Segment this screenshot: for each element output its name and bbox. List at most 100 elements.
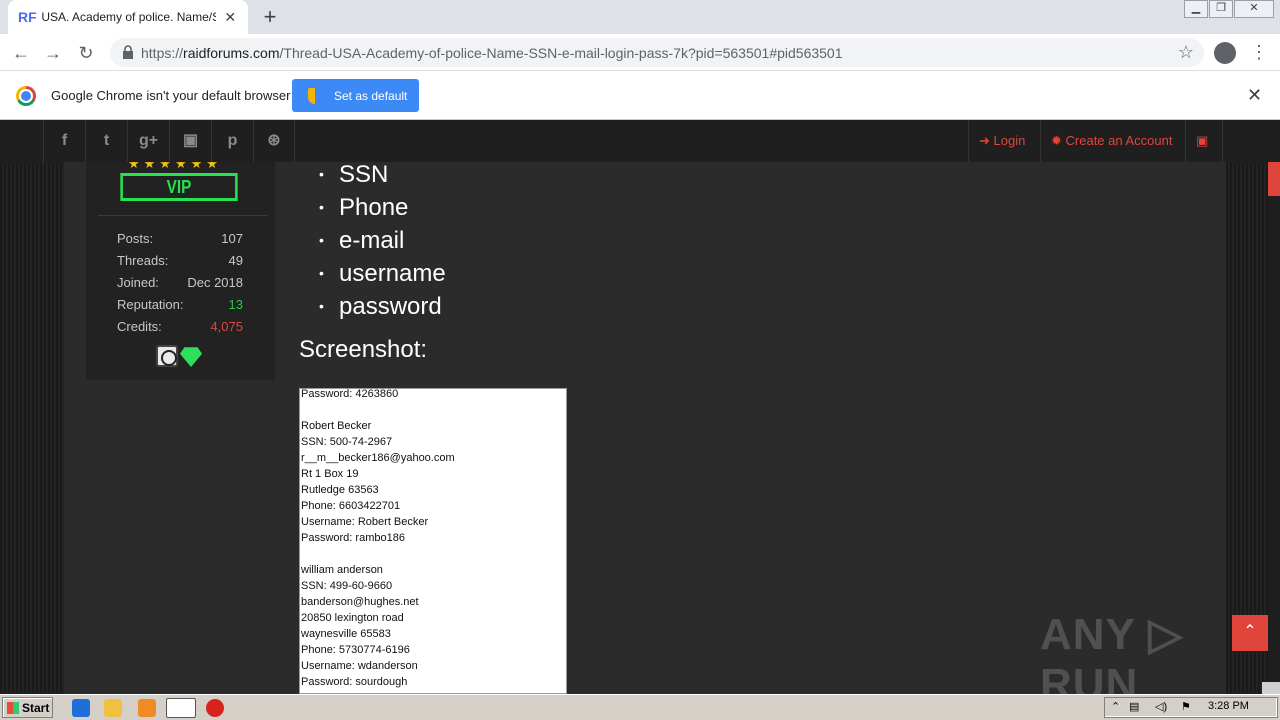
file-explorer-icon[interactable]	[104, 699, 122, 717]
new-tab-button[interactable]: +	[258, 6, 282, 30]
forward-icon[interactable]: →	[40, 40, 66, 66]
screenshot-line: Phone: 5730774-6196	[301, 644, 410, 656]
chrome-taskbar-button[interactable]	[166, 698, 196, 718]
login-label: Login	[993, 133, 1026, 148]
reload-icon[interactable]: ↻	[73, 40, 99, 66]
screenshot-line: Password: sourdough	[301, 676, 408, 688]
login-link[interactable]: ➜ Login	[968, 120, 1040, 162]
browser-tab[interactable]: RF USA. Academy of police. Name/SSN/ ✕	[8, 0, 248, 34]
stat-threads: Threads: 49	[117, 253, 243, 268]
stat-value[interactable]: 13	[229, 297, 243, 312]
forum-page: ★★★★★★ VIP Posts: 107 Threads: 49 Joined…	[0, 162, 1280, 694]
field-list: SSN Phone e-mail username password	[319, 162, 446, 323]
screenshot-line: 20850 lexington road	[301, 612, 404, 624]
gear-icon: ✹	[1051, 133, 1066, 148]
divider	[98, 215, 268, 216]
address-bar[interactable]: https://raidforums.com/Thread-USA-Academ…	[110, 38, 1204, 67]
system-tray: ⌃ ▤ ◁) ⚑	[1104, 697, 1278, 718]
list-item: e-mail	[319, 224, 446, 257]
screenshot-line: Username: Robert Becker	[301, 516, 429, 528]
tab-title: USA. Academy of police. Name/SSN/	[41, 10, 217, 24]
facebook-icon[interactable]: f	[43, 120, 85, 162]
restore-button[interactable]: ❐	[1209, 0, 1233, 18]
tab-close-icon[interactable]: ✕	[222, 9, 238, 26]
browser-toolbar: ← → ↻ https://raidforums.com/Thread-USA-…	[0, 34, 1280, 71]
minimize-button[interactable]: ▁	[1184, 0, 1208, 18]
start-button[interactable]: Start	[2, 697, 53, 718]
screenshot-line: banderson@hughes.net	[301, 596, 419, 608]
internet-explorer-icon[interactable]	[72, 699, 90, 717]
list-item: username	[319, 257, 446, 290]
google-plus-icon[interactable]: g+	[127, 120, 169, 162]
media-player-icon[interactable]	[138, 699, 156, 717]
back-icon[interactable]: ←	[8, 40, 34, 66]
create-account-label: Create an Account	[1065, 133, 1173, 148]
image-icon[interactable]: ▣	[1185, 120, 1223, 162]
bookmark-star-icon[interactable]: ☆	[1178, 42, 1194, 63]
lock-icon	[123, 45, 133, 59]
network-icon[interactable]: ▤	[1129, 700, 1139, 713]
youtube-icon[interactable]: ▣	[169, 120, 211, 162]
infobar-message: Google Chrome isn't your default browser	[51, 88, 291, 103]
stat-credits: Credits: 4,075	[117, 319, 243, 334]
stat-label: Credits:	[117, 319, 162, 334]
shield-icon	[308, 87, 322, 104]
vertical-scrollbar[interactable]	[1268, 162, 1280, 694]
screenshot-text: Password: 4263860 Robert Becker SSN: 500-…	[301, 388, 455, 690]
url-host: raidforums.com	[183, 45, 280, 61]
stat-value: 4,075	[210, 319, 243, 334]
twitter-icon[interactable]: t	[85, 120, 127, 162]
user-profile-box: ★★★★★★ VIP Posts: 107 Threads: 49 Joined…	[86, 162, 275, 380]
screenshot-line: SSN: 499-60-9660	[301, 580, 393, 592]
screenshot-line: Robert Becker	[301, 420, 372, 432]
stat-label: Reputation:	[117, 297, 184, 312]
screenshot-line: Password: 4263860	[301, 388, 399, 400]
screenshot-line: william anderson	[301, 564, 383, 576]
scroll-to-top-button[interactable]: ⌃	[1232, 615, 1268, 651]
clock-award-icon[interactable]	[156, 345, 178, 367]
stat-label: Posts:	[117, 231, 154, 246]
stat-joined: Joined: Dec 2018	[117, 275, 243, 290]
infobar-close-icon[interactable]: ✕	[1247, 85, 1262, 106]
screenshot-line: r__m__becker186@yahoo.com	[301, 452, 455, 464]
screenshot-image[interactable]: Password: 4263860 Robert Becker SSN: 500-…	[299, 388, 567, 694]
stat-value: 107	[221, 231, 243, 246]
windows-taskbar: Start ⌃ ▤ ◁) ⚑ 3:28 PM	[0, 694, 1280, 720]
tab-strip: RF USA. Academy of police. Name/SSN/ ✕ +…	[0, 0, 1280, 34]
screenshot-line: Rt 1 Box 19	[301, 468, 359, 480]
screenshot-line: Password: rambo186	[301, 532, 405, 544]
screenshot-heading: Screenshot:	[299, 336, 428, 363]
url-path: /Thread-USA-Academy-of-police-Name-SSN-e…	[279, 45, 843, 61]
profile-avatar-icon[interactable]	[1214, 42, 1236, 64]
list-item: SSN	[319, 162, 446, 191]
create-account-link[interactable]: ✹ Create an Account	[1040, 120, 1185, 162]
screenshot-line: SSN: 500-74-2967	[301, 436, 393, 448]
login-icon: ➜	[979, 133, 994, 148]
window-close-button[interactable]: ✕	[1234, 0, 1274, 18]
stat-label: Threads:	[117, 253, 169, 268]
stat-value: 49	[228, 253, 243, 268]
stat-label: Joined:	[117, 275, 159, 290]
screenshot-line	[301, 402, 455, 418]
browser-menu-icon[interactable]: ⋮	[1250, 42, 1268, 64]
url-scheme: https://	[141, 45, 184, 61]
stat-reputation: Reputation: 13	[117, 297, 243, 312]
set-default-button[interactable]: Set as default	[292, 79, 419, 112]
tray-expand-icon[interactable]: ⌃	[1111, 700, 1120, 713]
dribbble-icon[interactable]: ⊛	[253, 120, 295, 162]
url-text: https://raidforums.com/Thread-USA-Academ…	[141, 45, 843, 61]
award-badges	[156, 345, 202, 367]
screenshot-line: Rutledge 63563	[301, 484, 379, 496]
list-item: Phone	[319, 191, 446, 224]
pinterest-icon[interactable]: p	[211, 120, 253, 162]
taskbar-clock[interactable]: 3:28 PM	[1208, 700, 1249, 712]
opera-icon[interactable]	[206, 699, 224, 717]
screenshot-line: waynesville 65583	[301, 628, 391, 640]
scrollbar-corner	[1262, 682, 1280, 694]
gem-award-icon[interactable]	[180, 347, 202, 367]
flag-icon[interactable]: ⚑	[1181, 700, 1191, 713]
background-pattern	[0, 162, 64, 694]
rank-stars: ★★★★★★	[128, 162, 222, 171]
volume-icon[interactable]: ◁)	[1155, 700, 1167, 713]
scrollbar-thumb[interactable]	[1268, 162, 1280, 196]
